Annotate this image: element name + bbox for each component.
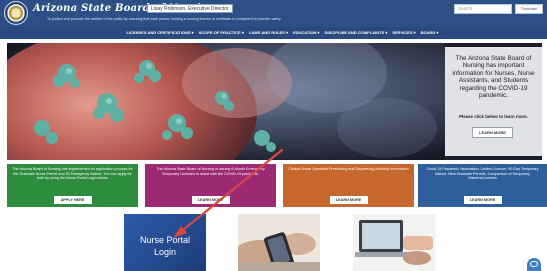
phone-photo-tile[interactable]	[238, 214, 320, 271]
nav-item-board[interactable]: BOARD ▾	[418, 27, 441, 39]
translate-select[interactable]: Translate	[515, 4, 543, 14]
card-text: Clinical Nurse Specialist Prescribing an…	[288, 167, 409, 171]
laptop-photo-icon	[353, 214, 435, 271]
hero-sub-text: Please click below to learn more.	[459, 114, 528, 119]
hero-text: The Arizona State Board of Nursing has i…	[452, 55, 535, 100]
nav-item-licenses[interactable]: LICENSES AND CERTIFICATIONS ▾	[124, 27, 196, 39]
nav-item-scope[interactable]: SCOPE OF PRACTICE ▾	[196, 27, 246, 39]
learn-more-button[interactable]: LEARN MORE	[191, 196, 230, 204]
nav-menu: LICENSES AND CERTIFICATIONS ▾ SCOPE OF P…	[124, 27, 441, 39]
site-tagline: To protect and promote the welfare of th…	[47, 17, 282, 21]
virus-illustration	[7, 43, 445, 160]
portal-line-2: Login	[153, 247, 177, 257]
card-graduate-permit[interactable]: The Arizona Board of Nursing has impleme…	[7, 164, 138, 207]
card-text: Covid-19 Pandemic Vaccination, Limited L…	[426, 167, 539, 180]
nav-item-discipline[interactable]: DISCIPLINE AND COMPLAINTS ▾	[322, 27, 390, 39]
site-header: Arizona State Board of Nursing Lisay Rob…	[0, 0, 547, 27]
nurse-portal-label: Nurse Portal Login	[124, 234, 206, 258]
card-temporary-licenses[interactable]: The Arizona State Board of Nursing is is…	[145, 164, 276, 207]
search-input[interactable]: Search	[454, 4, 512, 14]
card-covid-vaccination[interactable]: Covid-19 Pandemic Vaccination, Limited L…	[418, 164, 547, 207]
chat-bubble-icon[interactable]	[527, 258, 541, 271]
hero-info-panel: The Arizona State Board of Nursing has i…	[445, 47, 542, 156]
card-text: The Arizona State Board of Nursing is is…	[156, 167, 265, 176]
nav-item-education[interactable]: EDUCATION ▾	[290, 27, 322, 39]
learn-more-button[interactable]: LEARN MORE	[463, 196, 502, 204]
learn-more-button[interactable]: LEARN MORE	[329, 196, 368, 204]
hero-learn-more-button[interactable]: LEARN MORE	[472, 127, 513, 138]
director-label[interactable]: Lisay Robinson, Executive Director	[147, 4, 233, 13]
card-clinical-nurse-specialist[interactable]: Clinical Nurse Specialist Prescribing an…	[283, 164, 414, 207]
main-nav: LICENSES AND CERTIFICATIONS ▾ SCOPE OF P…	[0, 27, 547, 39]
laptop-photo-tile[interactable]	[353, 214, 435, 271]
chat-inner	[530, 261, 538, 267]
board-seal-icon[interactable]	[4, 1, 28, 25]
apply-here-button[interactable]: APPLY HERE	[53, 196, 92, 204]
hero-banner: The Arizona State Board of Nursing has i…	[7, 43, 542, 160]
nurse-portal-login-tile[interactable]: Nurse Portal Login	[124, 214, 206, 271]
nav-item-services[interactable]: SERVICES ▾	[390, 27, 418, 39]
card-text: The Arizona Board of Nursing has impleme…	[12, 167, 133, 180]
portal-line-1: Nurse Portal	[139, 235, 191, 245]
phone-photo-icon	[238, 214, 320, 271]
nav-item-laws[interactable]: LAWS AND RULES ▾	[246, 27, 290, 39]
